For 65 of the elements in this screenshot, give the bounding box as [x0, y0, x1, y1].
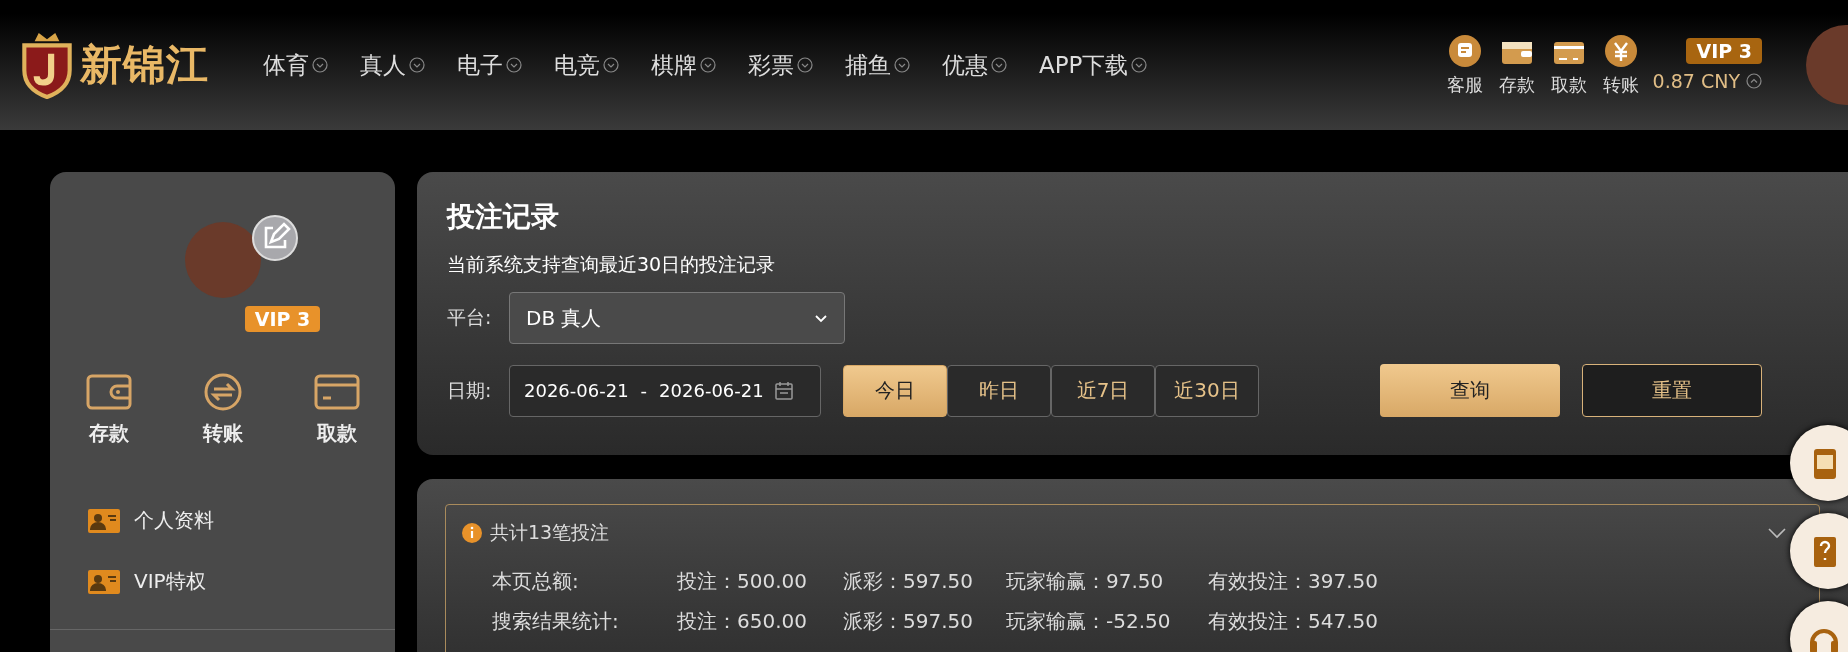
card-icon — [312, 372, 361, 412]
quick-action-button[interactable]: 存款 — [84, 372, 133, 447]
notice-text: 当前系统支持查询最近30日的投注记录 — [447, 252, 777, 277]
chevron-down-icon — [797, 57, 813, 73]
page-title: 投注记录 — [447, 199, 560, 235]
header-action-button[interactable]: 存款 — [1498, 33, 1535, 97]
summary-row-label: 搜索结果统计: — [492, 607, 620, 635]
platform-label: 平台: — [447, 305, 493, 330]
platform-select[interactable]: DB 真人 — [509, 292, 845, 344]
nav-menu-item[interactable]: 捕鱼 — [841, 49, 914, 81]
chevron-down-icon — [506, 57, 522, 73]
chevron-down-icon — [312, 57, 328, 73]
chevron-down-icon — [894, 57, 910, 73]
header-action-button[interactable]: 取款 — [1550, 33, 1587, 97]
nav-menu-item[interactable]: 体育 — [259, 49, 332, 81]
chevron-down-icon — [700, 57, 716, 73]
date-range-tab[interactable]: 近30日 — [1155, 364, 1259, 417]
summary-value: 派彩：597.50 — [843, 607, 974, 635]
logo-text[interactable]: 新锦江 — [80, 37, 209, 93]
edit-icon[interactable] — [250, 214, 299, 262]
summary-value: 有效投注：397.50 — [1208, 567, 1378, 595]
header-action-button[interactable]: 转账 — [1602, 33, 1639, 97]
bet-count-text: 共计13笔投注 — [490, 520, 610, 545]
nav-menu-item[interactable]: 电竞 — [550, 49, 623, 81]
nav-menu-item[interactable]: 真人 — [356, 49, 429, 81]
reset-button[interactable]: 重置 — [1582, 364, 1762, 417]
id-card-icon — [88, 508, 120, 533]
search-button[interactable]: 查询 — [1380, 364, 1560, 417]
date-label: 日期: — [447, 377, 493, 403]
wallet-icon — [84, 372, 133, 412]
summary-value: 投注：500.00 — [677, 567, 808, 595]
chevron-icon[interactable] — [1767, 527, 1787, 539]
sidebar-menu-item[interactable]: VIP特权 — [88, 568, 206, 595]
date-range-tab[interactable]: 今日 — [843, 364, 947, 417]
summary-value: 玩家输赢：97.50 — [1006, 567, 1165, 595]
summary-row-label: 本页总额: — [492, 567, 580, 595]
balance-amount: 0.87 CNY — [1652, 70, 1740, 92]
date-range-tab[interactable]: 近7日 — [1051, 364, 1155, 417]
info-icon — [462, 523, 482, 543]
chat-bubble-icon — [1446, 33, 1483, 69]
chevron-down-icon — [409, 57, 425, 73]
id-card-icon — [88, 569, 120, 594]
sidebar-menu-item[interactable]: 个人资料 — [88, 507, 214, 534]
quick-action-button[interactable]: 转账 — [198, 372, 247, 447]
nav-menu-item[interactable]: 电子 — [453, 49, 526, 81]
nav-menu-item[interactable]: 棋牌 — [647, 49, 720, 81]
nav-menu-item[interactable]: APP下载 — [1035, 49, 1152, 81]
summary-value: 有效投注：547.50 — [1208, 607, 1378, 635]
header-action-button[interactable]: 客服 — [1446, 33, 1483, 97]
date-range-field[interactable]: 2026-06-21 - 2026-06-21 — [509, 364, 821, 417]
summary-value: 投注：650.00 — [677, 607, 808, 635]
summary-value: 派彩：597.50 — [843, 567, 974, 595]
summary-value: 玩家输赢：-52.50 — [1006, 607, 1172, 635]
chevron-down-icon — [991, 57, 1007, 73]
yuan-coin-icon — [1602, 33, 1639, 69]
quick-action-button[interactable]: 取款 — [312, 372, 361, 447]
vip-level-badge: VIP 3 — [244, 306, 321, 332]
chevron-up-icon[interactable] — [1746, 73, 1762, 89]
nav-menu-item[interactable]: 优惠 — [938, 49, 1011, 81]
nav-menu-item[interactable]: 彩票 — [744, 49, 817, 81]
date-range-tab[interactable]: 昨日 — [947, 364, 1051, 417]
vip-level-badge: VIP 3 — [1686, 38, 1762, 64]
chevron-down-icon — [603, 57, 619, 73]
chevron-down-icon — [1131, 57, 1148, 73]
calendar-icon — [773, 380, 794, 401]
